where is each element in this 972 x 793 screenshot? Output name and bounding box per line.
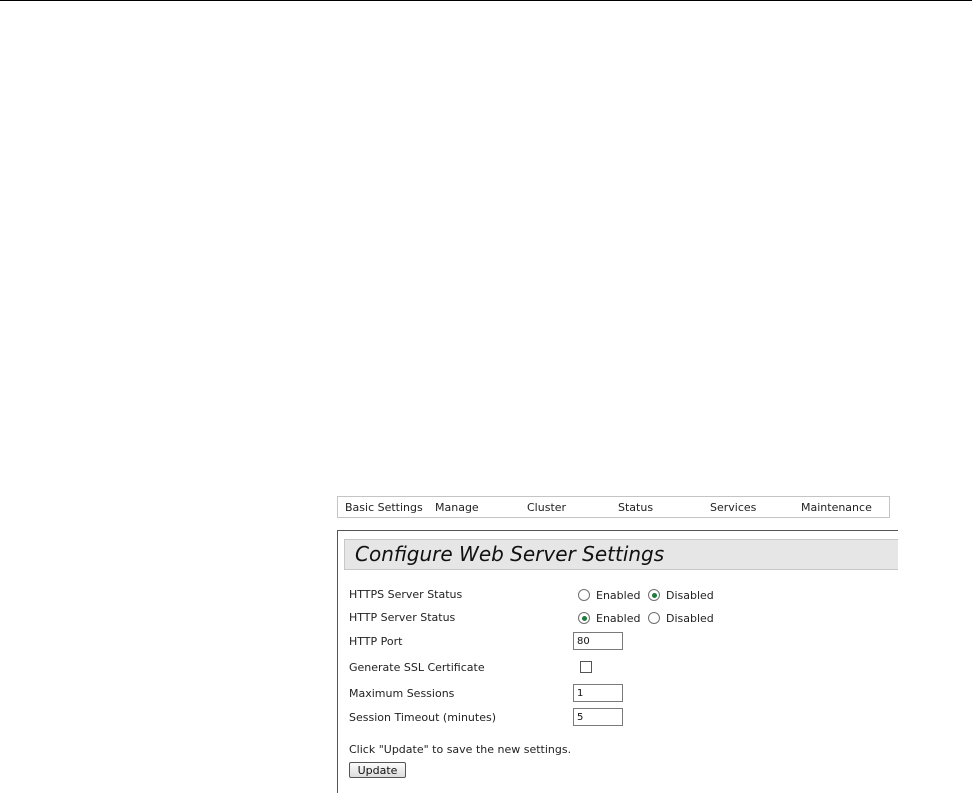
http-disabled-radio[interactable] <box>648 612 660 624</box>
update-instruction-text: Click "Update" to save the new settings. <box>349 743 572 756</box>
https-enabled-radio[interactable] <box>578 589 590 601</box>
generate-ssl-checkbox[interactable] <box>580 661 592 673</box>
https-disabled-label[interactable]: Disabled <box>666 589 714 602</box>
panel-left-border <box>337 530 338 793</box>
https-disabled-radio[interactable] <box>648 589 660 601</box>
top-border-line <box>0 0 972 1</box>
nav-manage[interactable]: Manage <box>435 501 479 514</box>
nav-status[interactable]: Status <box>618 501 653 514</box>
update-button[interactable]: Update <box>349 762 406 778</box>
http-port-label: HTTP Port <box>349 635 403 648</box>
session-timeout-label: Session Timeout (minutes) <box>349 711 497 724</box>
nav-services[interactable]: Services <box>710 501 756 514</box>
nav-maintenance[interactable]: Maintenance <box>801 501 872 514</box>
http-status-label: HTTP Server Status <box>349 611 456 624</box>
main-nav-bar: Basic Settings Manage Cluster Status Ser… <box>337 496 890 518</box>
nav-cluster[interactable]: Cluster <box>527 501 566 514</box>
generate-ssl-label: Generate SSL Certificate <box>349 661 485 674</box>
session-timeout-input[interactable] <box>573 708 623 726</box>
nav-basic-settings[interactable]: Basic Settings <box>345 501 423 514</box>
max-sessions-input[interactable] <box>573 684 623 702</box>
max-sessions-label: Maximum Sessions <box>349 687 455 700</box>
https-status-label: HTTPS Server Status <box>349 588 463 601</box>
panel-top-border <box>337 530 898 531</box>
http-port-input[interactable] <box>573 632 623 650</box>
page-title: Configure Web Server Settings <box>344 539 898 570</box>
http-disabled-label[interactable]: Disabled <box>666 612 714 625</box>
http-enabled-label[interactable]: Enabled <box>596 612 640 625</box>
http-enabled-radio[interactable] <box>578 612 590 624</box>
https-enabled-label[interactable]: Enabled <box>596 589 640 602</box>
